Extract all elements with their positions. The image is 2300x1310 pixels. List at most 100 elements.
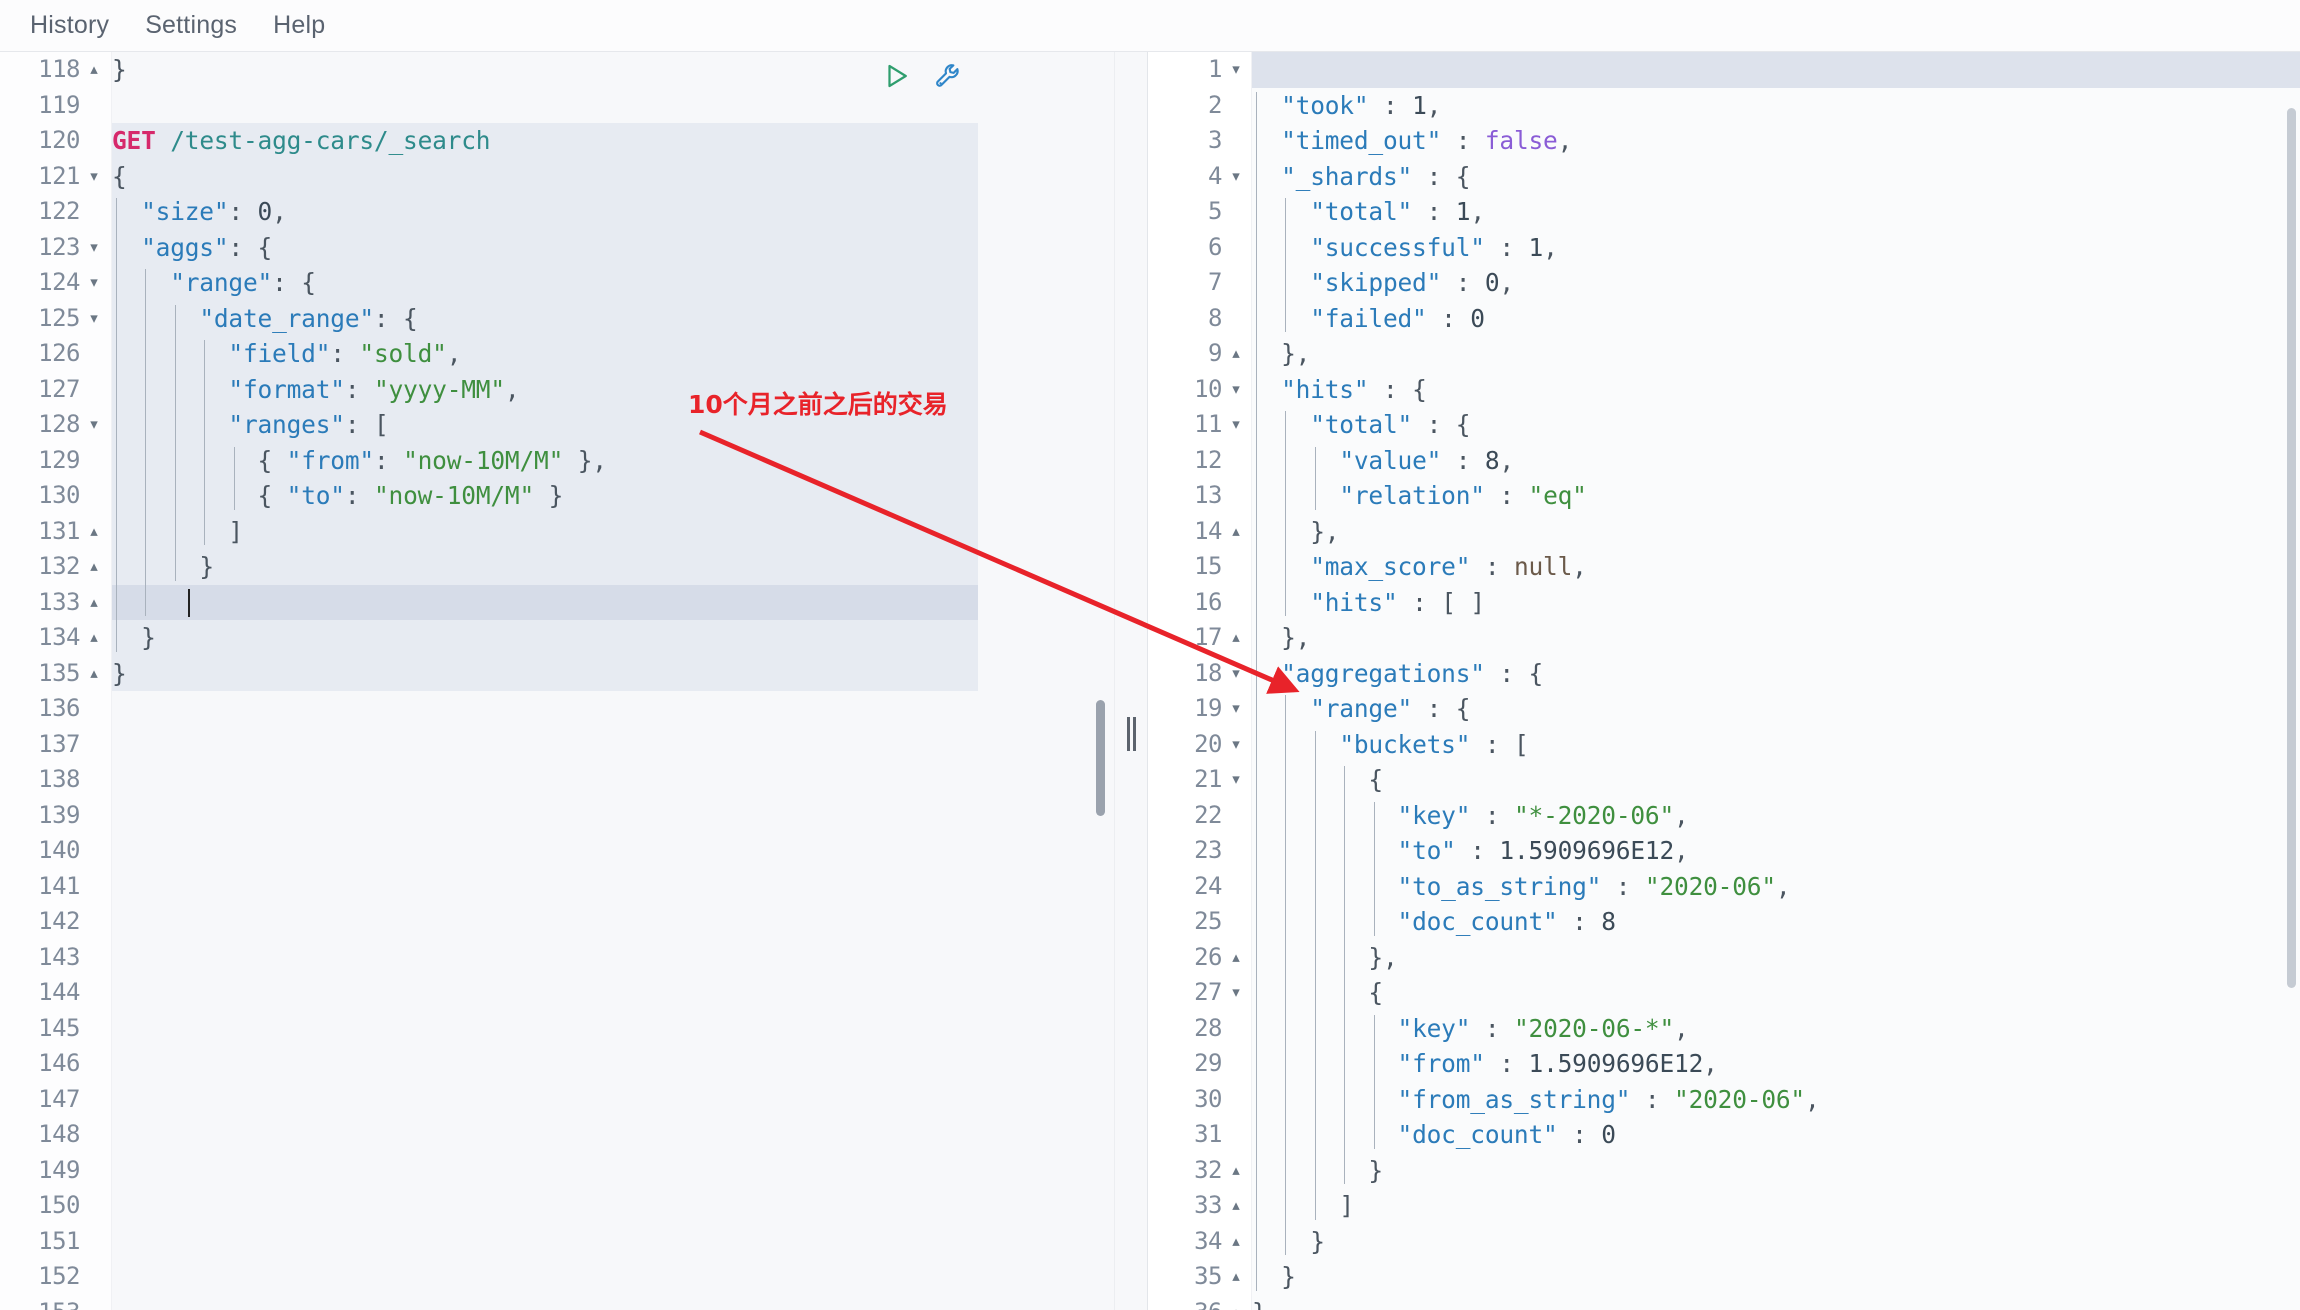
fold-down-icon[interactable] [1226, 407, 1246, 443]
response-code-area[interactable]: 1{2 "took" : 1,3 "timed_out" : false,4 "… [1148, 52, 2300, 1310]
fold-up-icon[interactable] [1226, 1153, 1246, 1189]
splitter-drag-handle[interactable] [1126, 717, 1136, 751]
code-line[interactable]: 151 [0, 1224, 1114, 1260]
code-line[interactable]: 26 }, [1148, 940, 2300, 976]
code-line[interactable]: 25 "doc_count" : 8 [1148, 904, 2300, 940]
code-line[interactable]: 15 "max_score" : null, [1148, 549, 2300, 585]
code-line[interactable]: 145 [0, 1011, 1114, 1047]
code-line[interactable]: 34 } [1148, 1224, 2300, 1260]
code-line[interactable]: 35 } [1148, 1259, 2300, 1295]
code-line[interactable]: 3 "timed_out" : false, [1148, 123, 2300, 159]
code-line[interactable]: 23 "to" : 1.5909696E12, [1148, 833, 2300, 869]
code-line[interactable]: 152 [0, 1259, 1114, 1295]
fold-down-icon[interactable] [1226, 727, 1246, 763]
fold-up-icon[interactable] [1226, 620, 1246, 656]
code-line[interactable]: 28 "key" : "2020-06-*", [1148, 1011, 2300, 1047]
request-vertical-scrollbar[interactable] [1096, 700, 1105, 816]
code-line[interactable]: 129 { "from": "now-10M/M" }, [0, 443, 1114, 479]
fold-up-icon[interactable] [1226, 1224, 1246, 1260]
code-line[interactable]: 146 [0, 1046, 1114, 1082]
fold-down-icon[interactable] [84, 301, 104, 337]
request-editor[interactable]: 118}119120GET /test-agg-cars/_search121{… [0, 52, 1114, 1310]
code-line[interactable]: 136 [0, 691, 1114, 727]
code-line[interactable]: 149 [0, 1153, 1114, 1189]
code-line[interactable]: 27 { [1148, 975, 2300, 1011]
code-line[interactable]: 8 "failed" : 0 [1148, 301, 2300, 337]
code-line[interactable]: 139 [0, 798, 1114, 834]
code-line[interactable]: 21 { [1148, 762, 2300, 798]
code-line[interactable]: 33 ] [1148, 1188, 2300, 1224]
code-line[interactable]: 141 [0, 869, 1114, 905]
code-line[interactable]: 18 "aggregations" : { [1148, 656, 2300, 692]
fold-up-icon[interactable] [84, 514, 104, 550]
wrench-icon[interactable] [934, 61, 964, 91]
code-line[interactable]: 121{ [0, 159, 1114, 195]
fold-up-icon[interactable] [1226, 514, 1246, 550]
fold-up-icon[interactable] [84, 620, 104, 656]
menu-item-settings[interactable]: Settings [131, 7, 251, 44]
code-line[interactable]: 122 "size": 0, [0, 194, 1114, 230]
code-line[interactable]: 16 "hits" : [ ] [1148, 585, 2300, 621]
code-line[interactable]: 130 { "to": "now-10M/M" } [0, 478, 1114, 514]
code-line[interactable]: 132 } [0, 549, 1114, 585]
response-vertical-scrollbar[interactable] [2287, 108, 2296, 988]
fold-up-icon[interactable] [1226, 336, 1246, 372]
fold-up-icon[interactable] [84, 585, 104, 621]
response-viewer[interactable]: 1{2 "took" : 1,3 "timed_out" : false,4 "… [1148, 52, 2300, 1310]
code-line[interactable]: 124 "range": { [0, 265, 1114, 301]
code-line[interactable]: 17 }, [1148, 620, 2300, 656]
code-line[interactable]: 135} [0, 656, 1114, 692]
code-line[interactable]: 2 "took" : 1, [1148, 88, 2300, 124]
code-line[interactable]: 19 "range" : { [1148, 691, 2300, 727]
request-code-area[interactable]: 118}119120GET /test-agg-cars/_search121{… [0, 52, 1114, 1310]
code-line[interactable]: 5 "total" : 1, [1148, 194, 2300, 230]
fold-down-icon[interactable] [1226, 159, 1246, 195]
menu-item-history[interactable]: History [16, 7, 123, 44]
code-line[interactable]: 150 [0, 1188, 1114, 1224]
code-line[interactable]: 6 "successful" : 1, [1148, 230, 2300, 266]
play-triangle-icon[interactable] [882, 61, 912, 91]
code-line[interactable]: 14 }, [1148, 514, 2300, 550]
code-line[interactable]: 142 [0, 904, 1114, 940]
fold-down-icon[interactable] [1226, 52, 1246, 88]
fold-up-icon[interactable] [84, 549, 104, 585]
code-line[interactable]: 148 [0, 1117, 1114, 1153]
code-line[interactable]: 30 "from_as_string" : "2020-06", [1148, 1082, 2300, 1118]
fold-down-icon[interactable] [1226, 691, 1246, 727]
code-line[interactable]: 134 } [0, 620, 1114, 656]
response-viewer-pane[interactable]: 1{2 "took" : 1,3 "timed_out" : false,4 "… [1148, 52, 2300, 1310]
fold-down-icon[interactable] [84, 407, 104, 443]
fold-down-icon[interactable] [1226, 372, 1246, 408]
fold-down-icon[interactable] [84, 230, 104, 266]
code-line[interactable]: 119 [0, 88, 1114, 124]
code-line[interactable]: 144 [0, 975, 1114, 1011]
code-line[interactable]: 9 }, [1148, 336, 2300, 372]
request-editor-pane[interactable]: 118}119120GET /test-agg-cars/_search121{… [0, 52, 1114, 1310]
fold-down-icon[interactable] [84, 265, 104, 301]
code-line[interactable]: 24 "to_as_string" : "2020-06", [1148, 869, 2300, 905]
code-line[interactable]: 131 ] [0, 514, 1114, 550]
code-line[interactable]: 4 "_shards" : { [1148, 159, 2300, 195]
code-line[interactable]: 10 "hits" : { [1148, 372, 2300, 408]
code-line[interactable]: 31 "doc_count" : 0 [1148, 1117, 2300, 1153]
pane-splitter[interactable] [1114, 52, 1148, 1310]
code-line[interactable]: 12 "value" : 8, [1148, 443, 2300, 479]
code-line[interactable]: 120GET /test-agg-cars/_search [0, 123, 1114, 159]
code-line[interactable]: 29 "from" : 1.5909696E12, [1148, 1046, 2300, 1082]
fold-down-icon[interactable] [84, 159, 104, 195]
code-line[interactable]: 36} [1148, 1295, 2300, 1310]
code-line[interactable]: 153 [0, 1295, 1114, 1310]
code-line[interactable]: 143 [0, 940, 1114, 976]
fold-up-icon[interactable] [84, 52, 104, 88]
code-line[interactable]: 32 } [1148, 1153, 2300, 1189]
fold-up-icon[interactable] [84, 656, 104, 692]
code-line[interactable]: 147 [0, 1082, 1114, 1118]
fold-up-icon[interactable] [1226, 940, 1246, 976]
code-line[interactable]: 7 "skipped" : 0, [1148, 265, 2300, 301]
code-line[interactable]: 137 [0, 727, 1114, 763]
code-line[interactable]: 20 "buckets" : [ [1148, 727, 2300, 763]
code-line[interactable]: 11 "total" : { [1148, 407, 2300, 443]
code-line[interactable]: 123 "aggs": { [0, 230, 1114, 266]
fold-down-icon[interactable] [1226, 762, 1246, 798]
code-line[interactable]: 13 "relation" : "eq" [1148, 478, 2300, 514]
